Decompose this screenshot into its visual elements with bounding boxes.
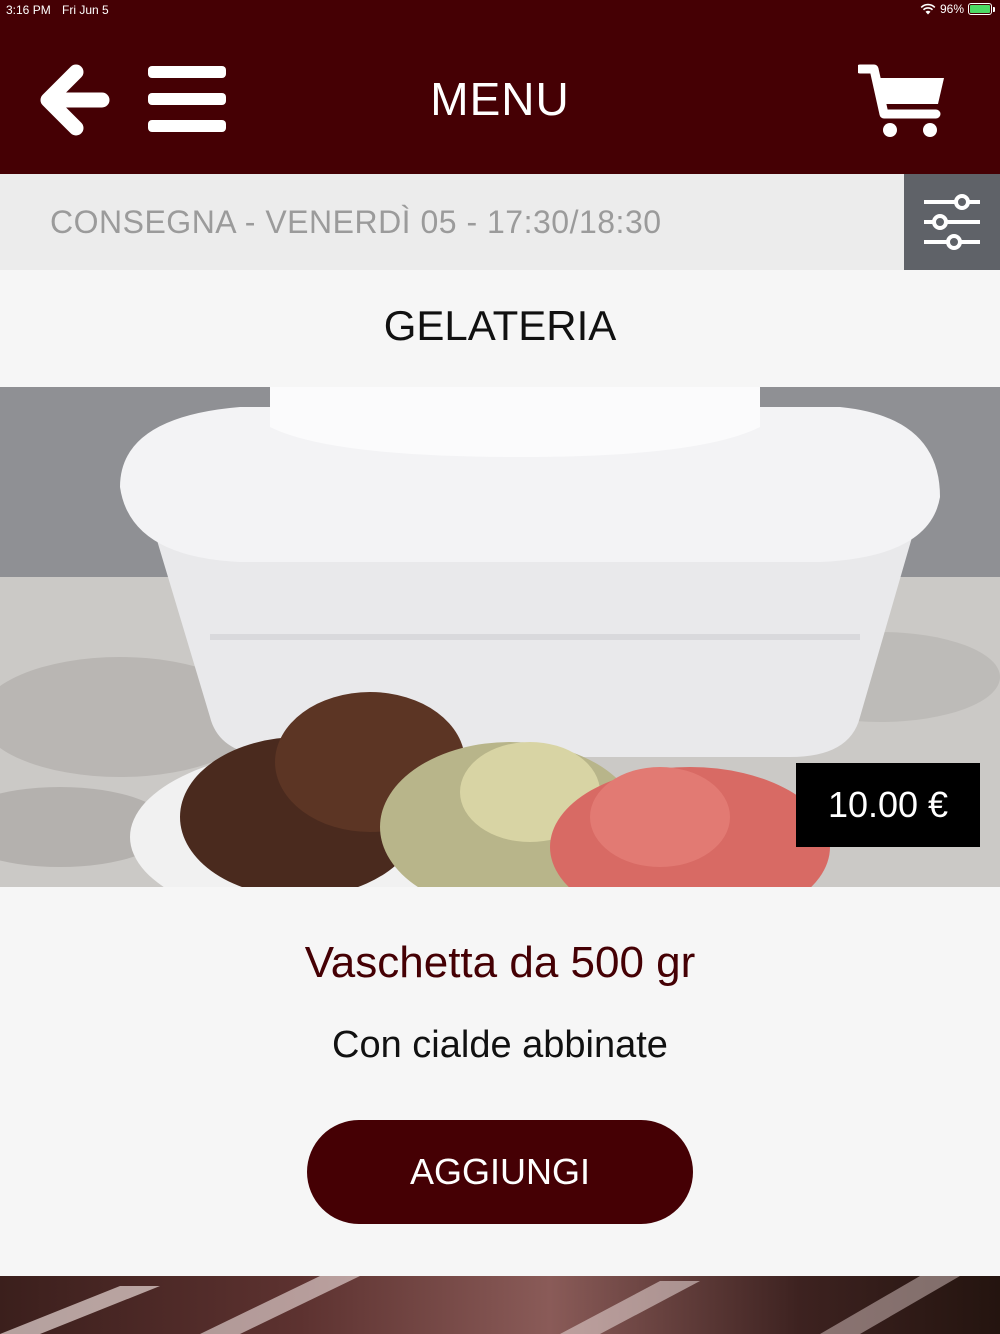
page-title: MENU — [430, 73, 570, 125]
next-product-thumbnail — [0, 1276, 960, 1334]
sliders-icon — [924, 194, 980, 250]
app-header: MENU — [0, 22, 1000, 174]
product-name: Vaschetta da 500 gr — [304, 938, 696, 987]
add-to-cart-button[interactable]: AGGIUNGI — [307, 1120, 693, 1224]
delivery-text: CONSEGNA - VENERDÌ 05 - 17:30/18:30 — [50, 204, 662, 240]
next-product-image[interactable] — [0, 1276, 1000, 1334]
status-date: Fri Jun 5 — [62, 3, 109, 17]
battery-icon — [968, 3, 995, 15]
cart-icon — [855, 64, 944, 137]
status-time: 3:16 PM — [6, 3, 51, 17]
wifi-icon — [920, 3, 936, 15]
battery-percent: 96% — [939, 2, 964, 16]
price-tag: 10.00 € — [796, 763, 980, 847]
category-title: GELATERIA — [383, 302, 617, 349]
cart-button[interactable] — [855, 64, 948, 140]
product-description: Con cialde abbinate — [332, 1024, 668, 1066]
delivery-bar[interactable]: CONSEGNA - VENERDÌ 05 - 17:30/18:30 — [0, 174, 1000, 270]
filter-button[interactable] — [904, 174, 1000, 270]
status-bar: 3:16 PM Fri Jun 5 96% — [0, 0, 1000, 22]
status-right: 96% — [920, 2, 995, 16]
